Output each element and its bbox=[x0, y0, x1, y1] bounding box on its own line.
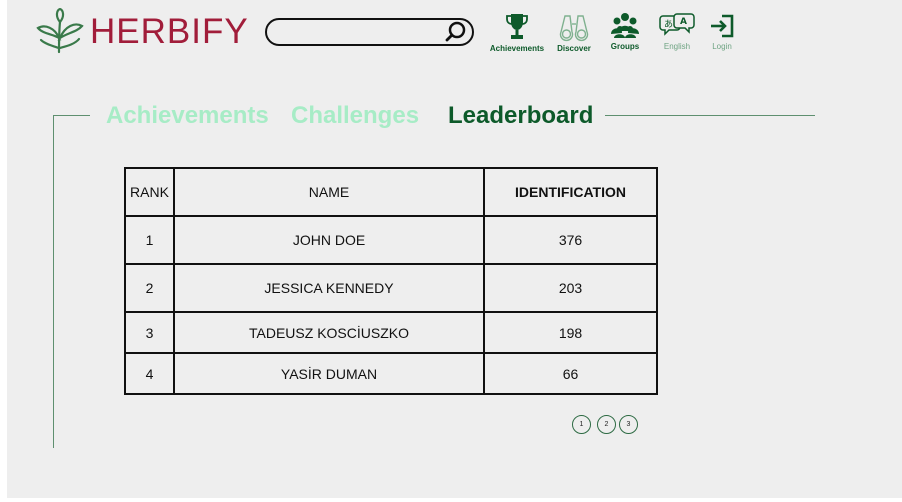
brand-name[interactable]: HERBIFY bbox=[90, 10, 249, 54]
rank-cell: 4 bbox=[124, 352, 175, 395]
binoculars-icon bbox=[559, 15, 589, 42]
nav-label: Achievements bbox=[489, 44, 545, 53]
svg-text:あ: あ bbox=[664, 19, 673, 30]
svg-text:A: A bbox=[680, 17, 687, 27]
language-icon: あ A bbox=[659, 13, 695, 36]
page-3-button[interactable]: 3 bbox=[619, 415, 638, 434]
rank-cell: 2 bbox=[124, 263, 175, 313]
page-2-button[interactable]: 2 bbox=[597, 415, 616, 434]
identification-cell: 198 bbox=[483, 311, 658, 354]
identification-cell: 66 bbox=[483, 352, 658, 395]
login-icon bbox=[711, 14, 734, 38]
nav-language[interactable]: あ A English bbox=[655, 12, 699, 52]
nav-label: Login bbox=[712, 42, 732, 51]
search-bar[interactable] bbox=[265, 18, 474, 46]
trophy-icon bbox=[506, 14, 528, 39]
identification-cell: 376 bbox=[483, 215, 658, 265]
identification-cell: 203 bbox=[483, 263, 658, 313]
nav-label: Discover bbox=[557, 44, 591, 53]
leaf-logo-icon[interactable] bbox=[35, 8, 85, 56]
table-row: 2 JESSICA KENNEDY 203 bbox=[124, 263, 658, 313]
nav-discover[interactable]: Discover bbox=[552, 12, 596, 54]
nav-label: Groups bbox=[610, 42, 640, 51]
name-cell: JOHN DOE bbox=[173, 215, 485, 265]
name-cell: YASİR DUMAN bbox=[173, 352, 485, 395]
frame-divider-left bbox=[53, 115, 90, 116]
tab-challenges[interactable]: Challenges bbox=[291, 101, 419, 131]
frame-divider-right bbox=[605, 115, 815, 116]
table-header-row: RANK NAME IDENTIFICATION bbox=[124, 167, 658, 217]
nav-label: English bbox=[663, 42, 691, 51]
table-row: 1 JOHN DOE 376 bbox=[124, 215, 658, 265]
search-icon[interactable] bbox=[444, 21, 468, 43]
rank-cell: 1 bbox=[124, 215, 175, 265]
rank-cell: 3 bbox=[124, 311, 175, 354]
nav-groups[interactable]: Groups bbox=[605, 12, 645, 52]
tab-achievements[interactable]: Achievements bbox=[106, 101, 269, 131]
tab-leaderboard[interactable]: Leaderboard bbox=[448, 101, 593, 131]
nav-login[interactable]: Login bbox=[707, 12, 737, 52]
page-1-button[interactable]: 1 bbox=[572, 415, 591, 434]
table-row: 3 TADEUSZ KOSCİUSZKO 198 bbox=[124, 311, 658, 354]
header-name: NAME bbox=[173, 167, 485, 217]
header-identification: IDENTIFICATION bbox=[483, 167, 658, 217]
table-row: 4 YASİR DUMAN 66 bbox=[124, 352, 658, 395]
group-icon bbox=[611, 13, 639, 38]
name-cell: JESSICA KENNEDY bbox=[173, 263, 485, 313]
page-background: HERBIFY Achievements Discover Groups あ A… bbox=[7, 0, 902, 498]
name-cell: TADEUSZ KOSCİUSZKO bbox=[173, 311, 485, 354]
leaderboard-table: RANK NAME IDENTIFICATION 1 JOHN DOE 376 … bbox=[124, 167, 658, 395]
nav-achievements[interactable]: Achievements bbox=[487, 12, 547, 54]
header-rank: RANK bbox=[124, 167, 175, 217]
frame-divider-vertical bbox=[53, 115, 54, 448]
